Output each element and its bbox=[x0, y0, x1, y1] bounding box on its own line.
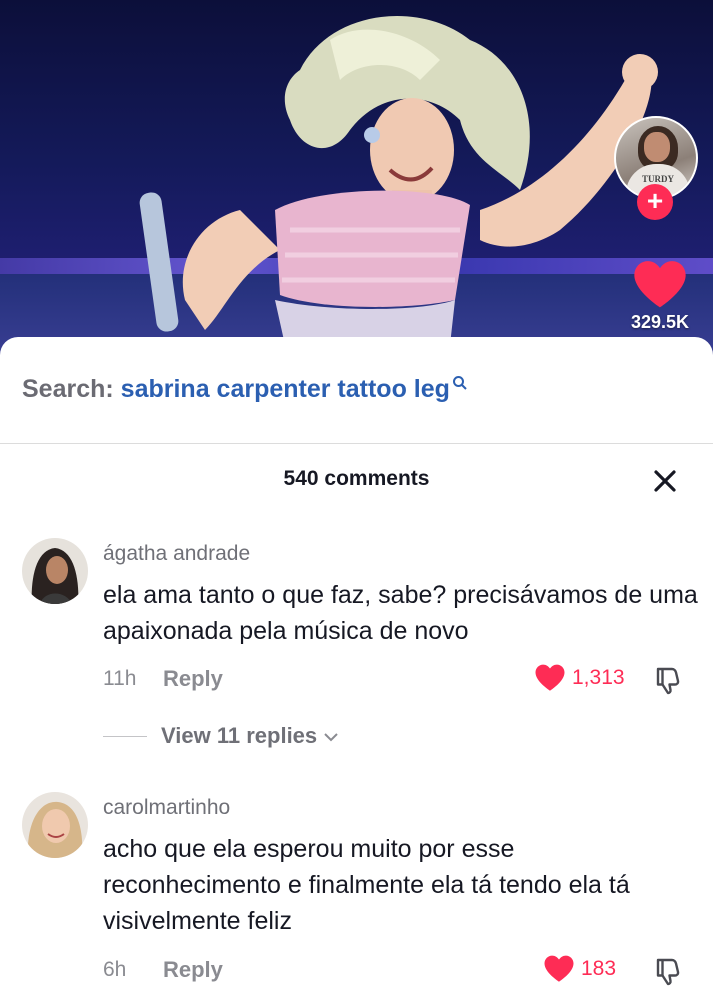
search-prefix: Search: bbox=[22, 375, 114, 403]
comment-time: 11h bbox=[103, 667, 137, 690]
dislike-icon[interactable] bbox=[652, 664, 684, 696]
view-replies-button[interactable]: View 11 replies bbox=[103, 723, 339, 749]
heart-icon bbox=[544, 955, 574, 982]
comment-like-count: 1,313 bbox=[572, 665, 625, 689]
comment-time: 6h bbox=[103, 958, 127, 981]
search-suggestion[interactable]: Search: sabrina carpenter tattoo leg bbox=[22, 375, 468, 404]
comment-author[interactable]: ágatha andrade bbox=[103, 542, 250, 566]
view-replies-label: View 11 replies bbox=[161, 723, 318, 748]
avatar[interactable] bbox=[22, 792, 88, 858]
reply-button[interactable]: Reply bbox=[163, 666, 223, 692]
chevron-down-icon bbox=[324, 733, 338, 742]
comments-sheet: Search: sabrina carpenter tattoo leg 540… bbox=[0, 337, 713, 1000]
comment-text: ela ama tanto o que faz, sabe? precisáva… bbox=[103, 581, 698, 645]
creator-avatar-button[interactable]: TURDY + bbox=[614, 116, 700, 220]
video-like-count: 329.5K bbox=[630, 312, 690, 332]
search-term[interactable]: sabrina carpenter tattoo leg bbox=[121, 375, 450, 403]
dislike-icon[interactable] bbox=[652, 955, 684, 987]
reply-button[interactable]: Reply bbox=[163, 957, 223, 983]
avatar[interactable] bbox=[22, 538, 88, 604]
divider bbox=[0, 443, 713, 444]
creator-shirt-text: TURDY bbox=[641, 174, 674, 184]
comments-count-title: 540 comments bbox=[283, 467, 430, 490]
close-icon[interactable] bbox=[651, 467, 679, 495]
performer-image bbox=[139, 15, 658, 345]
video-like-button[interactable]: 329.5K bbox=[620, 258, 700, 333]
follow-plus-button[interactable]: + bbox=[637, 184, 673, 220]
replies-divider-line bbox=[103, 735, 147, 737]
heart-icon bbox=[535, 664, 565, 691]
video-player[interactable]: TURDY + 329.5K bbox=[0, 0, 713, 360]
comment-like-button[interactable]: 183 bbox=[543, 954, 616, 983]
comment-author[interactable]: carolmartinho bbox=[103, 796, 230, 820]
comment-text: acho que ela esperou muito por esse reco… bbox=[103, 835, 630, 935]
comment-like-button[interactable]: 1,313 bbox=[534, 663, 625, 692]
comment-like-count: 183 bbox=[581, 956, 617, 980]
heart-icon bbox=[634, 261, 686, 308]
search-icon bbox=[452, 376, 467, 390]
